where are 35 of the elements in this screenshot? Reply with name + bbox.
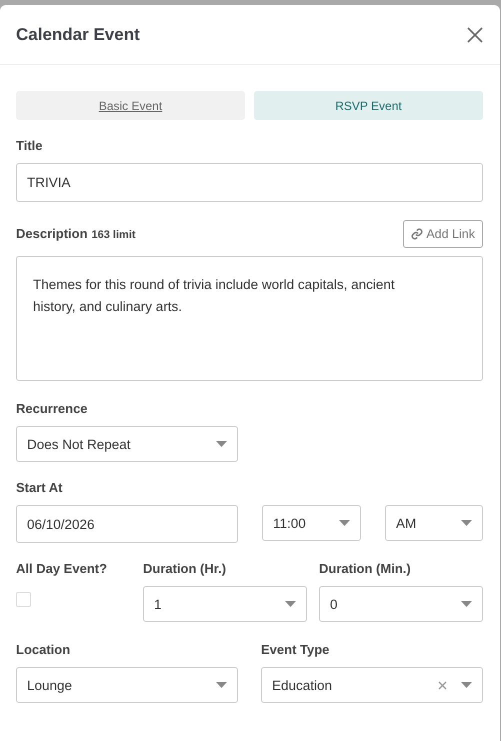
field-label: All Day Event? — [16, 561, 108, 576]
select-field[interactable]: 1 — [143, 586, 307, 622]
caret-icon — [216, 682, 227, 688]
field-label: Recurrence — [16, 401, 89, 416]
field-label: Event Type — [261, 642, 330, 657]
select-field[interactable]: Does Not Repeat — [16, 426, 238, 462]
field-label: Start At — [16, 480, 64, 495]
field-label: Location — [16, 642, 72, 657]
caret-icon — [216, 441, 227, 447]
select-field[interactable]: 0 — [319, 586, 483, 622]
limit-note: 163 limit — [92, 229, 136, 241]
select-field[interactable]: Education — [261, 667, 483, 703]
clear-icon[interactable] — [438, 680, 447, 690]
checkbox[interactable] — [16, 592, 31, 607]
field-label: Description — [16, 226, 88, 241]
caret-icon — [285, 601, 296, 607]
select-field[interactable]: AM — [385, 505, 483, 541]
field-label: Duration (Hr.) — [143, 561, 228, 576]
tab[interactable]: Basic Event — [16, 91, 245, 120]
description-field[interactable]: Themes for this round of trivia include world capitals, ancient history, and culinary arts. — [16, 256, 483, 381]
field-label: Title — [16, 138, 44, 153]
caret-icon — [461, 601, 472, 607]
caret-icon — [461, 520, 472, 526]
tab[interactable]: RSVP Event — [254, 91, 483, 120]
select-field[interactable]: 11:00 — [262, 505, 361, 541]
field-label: Duration (Min.) — [319, 561, 412, 576]
dialog-title: Calendar Event — [16, 24, 140, 44]
caret-icon — [461, 682, 472, 688]
add-link-button[interactable]: Add Link — [403, 220, 483, 248]
link-icon — [411, 228, 424, 240]
close-button[interactable] — [466, 26, 484, 44]
caret-icon — [339, 520, 350, 526]
input-field[interactable]: TRIVIA — [16, 163, 483, 202]
date-field[interactable]: 06/10/2026 — [16, 505, 238, 543]
select-field[interactable]: Lounge — [16, 667, 238, 703]
